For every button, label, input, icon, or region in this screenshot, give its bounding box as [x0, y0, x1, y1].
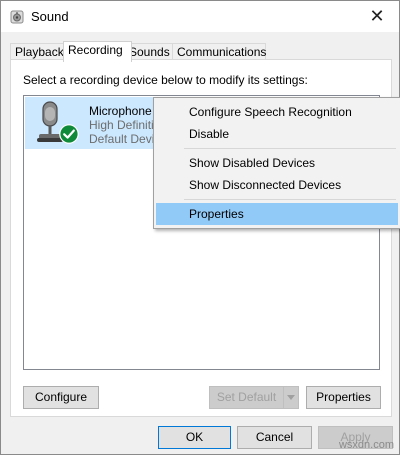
menu-item-configure-speech[interactable]: Configure Speech Recognition [156, 101, 398, 123]
menu-item-label: Show Disabled Devices [189, 156, 316, 170]
speaker-icon [10, 10, 24, 24]
menu-item-show-disconnected[interactable]: Show Disconnected Devices [156, 174, 398, 196]
menu-separator [184, 199, 396, 200]
title-bar: Sound ✕ [1, 1, 399, 32]
watermark: wsxdn.com [338, 439, 394, 451]
tab-recording[interactable]: Recording [63, 41, 132, 62]
configure-button[interactable]: Configure [23, 386, 99, 409]
chevron-down-icon [287, 395, 295, 400]
window-title: Sound [31, 9, 69, 24]
menu-item-label: Show Disconnected Devices [189, 178, 342, 192]
properties-button[interactable]: Properties [306, 386, 381, 409]
set-default-button[interactable]: Set Default [209, 386, 284, 409]
device-status: Default Devic [89, 132, 161, 146]
ok-button[interactable]: OK [158, 426, 231, 449]
close-icon: ✕ [369, 6, 385, 26]
menu-item-disable[interactable]: Disable [156, 123, 398, 145]
cancel-button[interactable]: Cancel [237, 426, 312, 449]
menu-item-label: Properties [189, 207, 244, 221]
instruction-text: Select a recording device below to modif… [23, 73, 308, 87]
device-description: High Definiti [89, 118, 154, 132]
menu-item-properties[interactable]: Properties [156, 203, 398, 225]
device-name: Microphone [89, 104, 152, 118]
menu-separator [184, 148, 396, 149]
menu-item-label: Configure Speech Recognition [189, 105, 352, 119]
context-menu: Configure Speech Recognition Disable Sho… [153, 97, 400, 229]
set-default-dropdown[interactable] [283, 386, 299, 409]
close-button[interactable]: ✕ [355, 1, 399, 32]
default-check-icon [59, 124, 79, 144]
menu-item-label: Disable [189, 127, 230, 141]
menu-item-show-disabled[interactable]: Show Disabled Devices [156, 152, 398, 174]
